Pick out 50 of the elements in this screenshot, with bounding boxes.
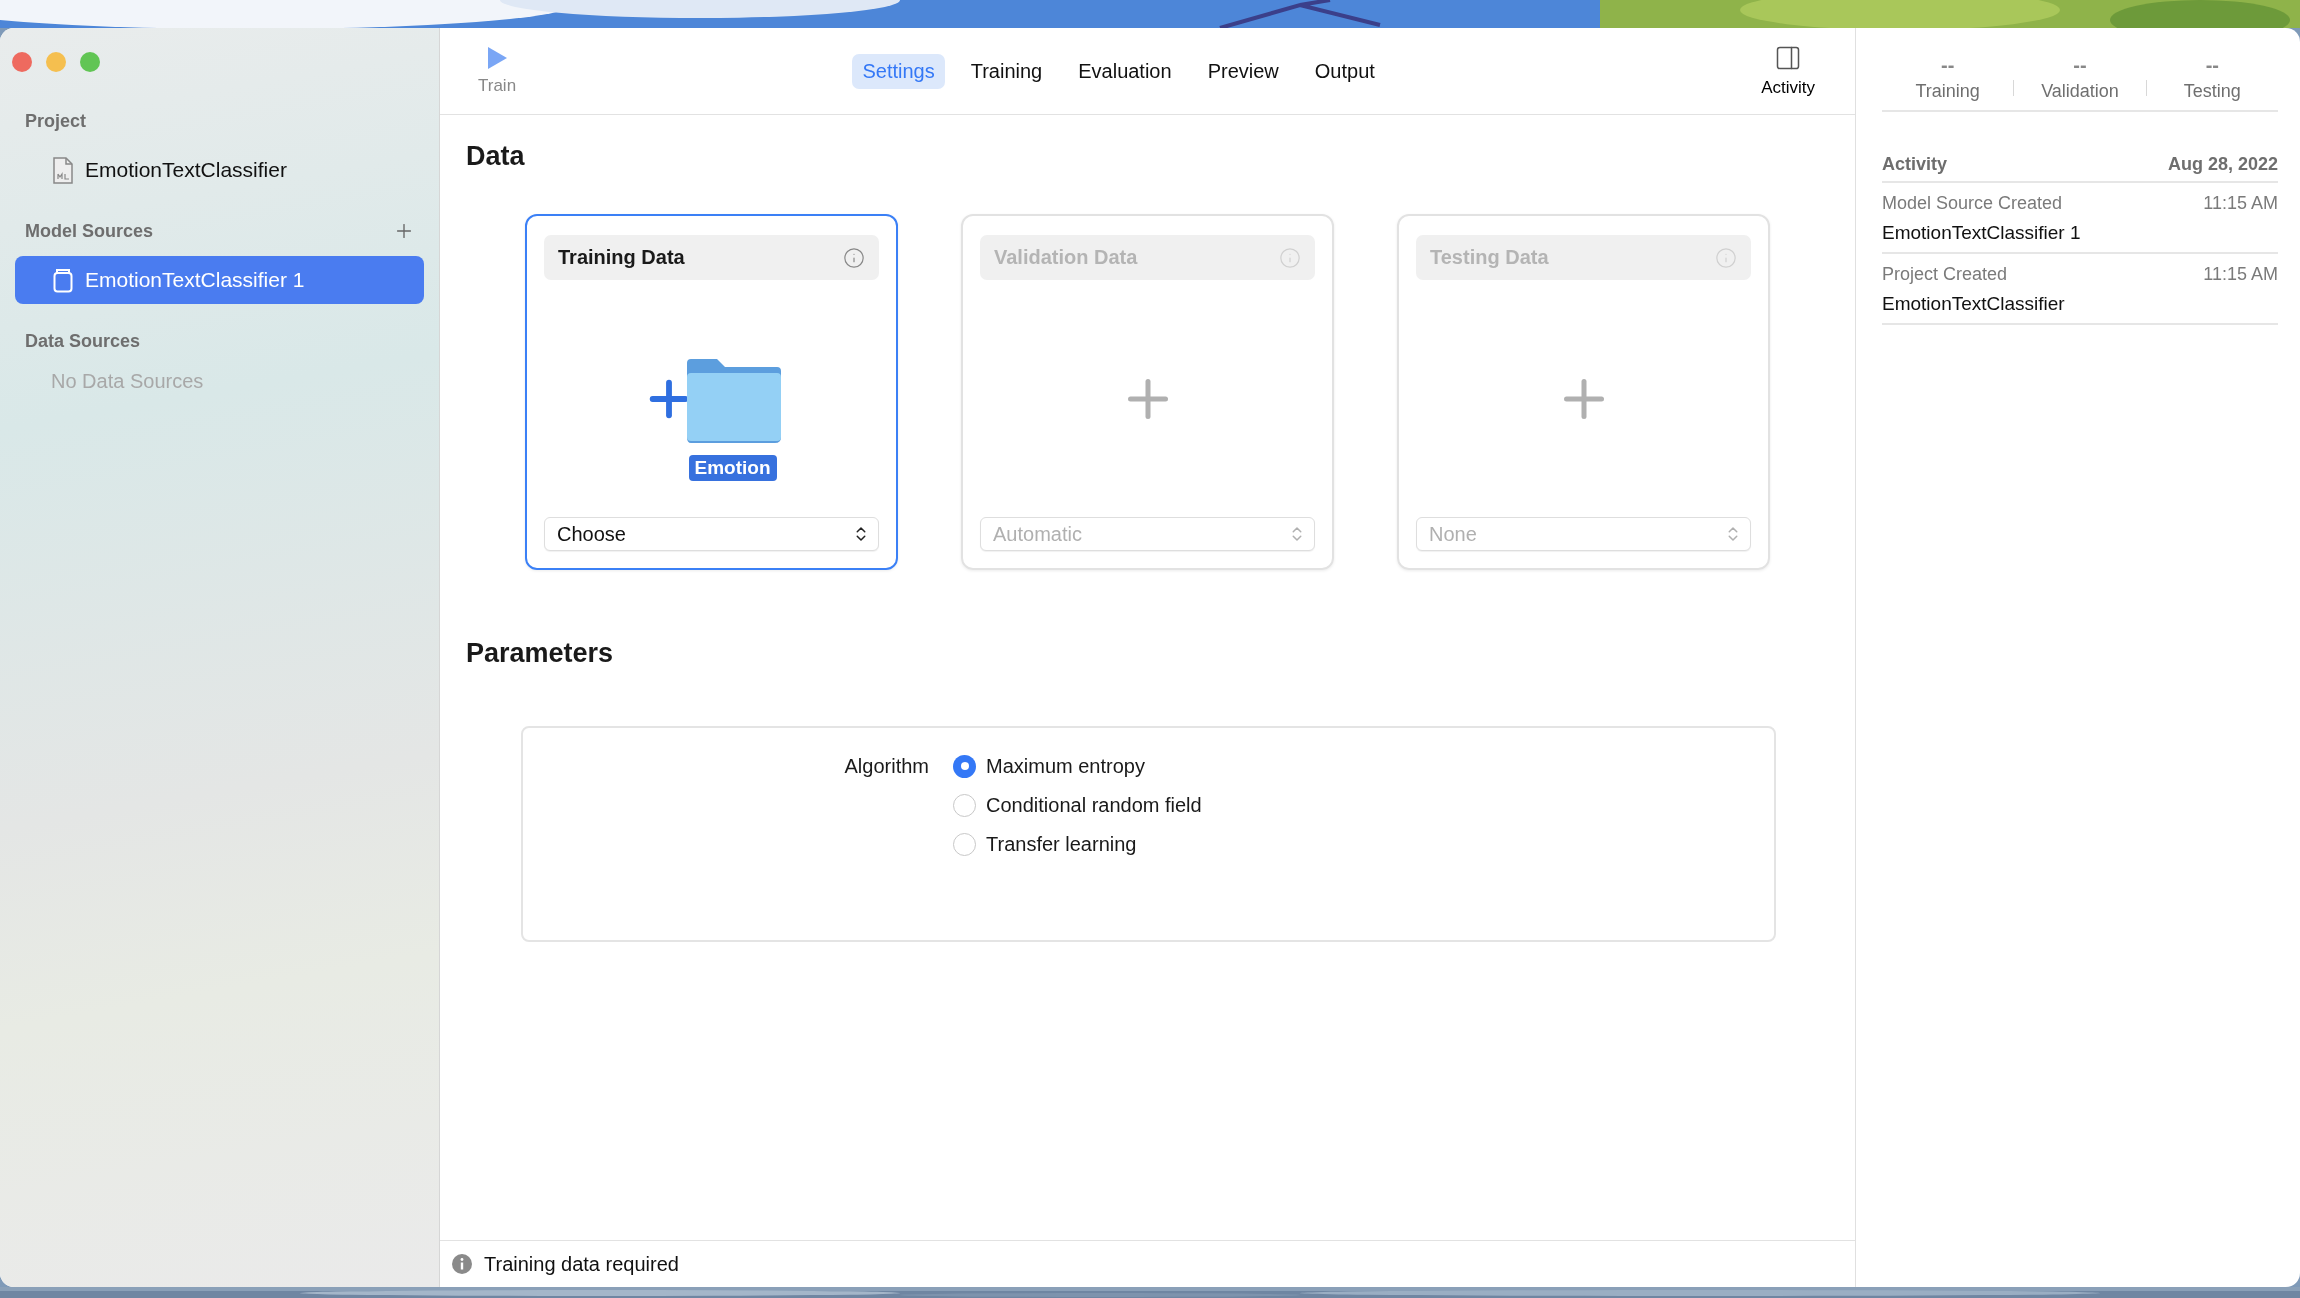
activity-event: Project Created [1882, 264, 2008, 285]
document-icon [53, 156, 73, 184]
metric-value: -- [1941, 54, 1955, 77]
metric-label: Training [1915, 81, 1980, 102]
empty-text: No Data Sources [51, 370, 205, 393]
card-title: Validation Data [994, 246, 1138, 269]
metric-label: Testing [2183, 81, 2241, 102]
activity-name: EmotionTextClassifier [1882, 293, 2066, 315]
metric-label: Validation [2041, 81, 2119, 102]
status-message: Training data required [484, 1252, 679, 1276]
tab[interactable]: Preview [1197, 53, 1289, 89]
info-icon[interactable] [843, 246, 865, 269]
section-title: Project [25, 110, 87, 132]
radio-option[interactable]: Transfer learning [953, 830, 1202, 858]
close-button[interactable] [12, 52, 32, 72]
tab[interactable]: Evaluation [1068, 53, 1182, 89]
tab[interactable]: Training [960, 53, 1053, 89]
activity-title: Activity [1882, 154, 1948, 175]
section-title: Model Sources [25, 220, 154, 242]
activity-time: 11:15 AM [2203, 193, 2278, 214]
sidebar-item[interactable]: EmotionTextClassifier 1 [15, 256, 424, 304]
file-label: Emotion [688, 454, 777, 481]
section-title: Data Sources [25, 330, 141, 352]
activity-button[interactable]: Activity [1761, 44, 1815, 98]
radio-button[interactable] [953, 754, 976, 778]
card-title: Testing Data [1430, 246, 1549, 269]
metric-value: -- [2073, 54, 2087, 77]
activity-time: 11:15 AM [2203, 264, 2278, 285]
zoom-button[interactable] [80, 52, 100, 72]
sidebar-item[interactable]: EmotionTextClassifier [15, 146, 424, 194]
radio-button[interactable] [953, 832, 976, 856]
card-title: Training Data [558, 246, 685, 269]
tab[interactable]: Output [1304, 53, 1385, 89]
activity-name: EmotionTextClassifier 1 [1882, 222, 2082, 244]
section-heading: Data [466, 141, 526, 172]
field-label: Algorithm [843, 754, 930, 779]
radio-option[interactable]: Conditional random field [953, 791, 1202, 819]
train-button[interactable]: Train [478, 46, 517, 96]
activity-event: Model Source Created [1882, 193, 2063, 214]
info-icon [452, 1254, 472, 1274]
play-icon [486, 46, 509, 70]
radio-option[interactable]: Maximum entropy [953, 752, 1202, 780]
minimize-button[interactable] [46, 52, 66, 72]
data-card[interactable]: Training Data Emotion Choose [525, 214, 898, 570]
activity-date: Aug 28, 2022 [2167, 154, 2278, 175]
popup-button[interactable]: Choose [544, 517, 879, 551]
section-heading: Parameters [466, 638, 615, 669]
metric-value: -- [2205, 54, 2219, 77]
radio-button[interactable] [953, 793, 976, 817]
model-source-icon [53, 267, 73, 293]
